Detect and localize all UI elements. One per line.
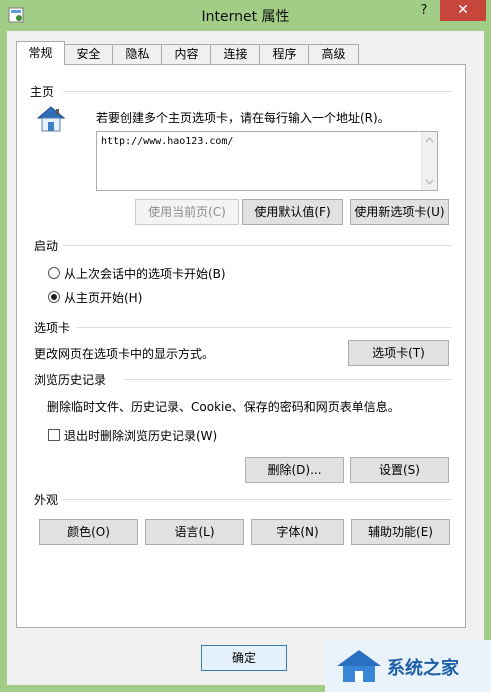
startup-home-radio[interactable] [48, 291, 60, 303]
homepage-instruction: 若要创建多个主页选项卡，请在每行输入一个地址(R)。 [96, 111, 390, 125]
delete-history-button[interactable]: 删除(D)... [245, 457, 344, 483]
homepage-url-value: http://www.hao123.com/ [101, 136, 234, 147]
general-tab-panel: 主页 若要创建多个主页选项卡，请在每行输入一个地址(R)。 http://www… [16, 64, 466, 628]
colors-button[interactable]: 颜色(O) [39, 519, 138, 545]
history-description: 删除临时文件、历史记录、Cookie、保存的密码和网页表单信息。 [47, 400, 400, 414]
languages-button[interactable]: 语言(L) [145, 519, 244, 545]
scroll-arrows-icon [425, 137, 434, 185]
tab-security[interactable]: 安全 [63, 44, 114, 64]
tabs-settings-button[interactable]: 选项卡(T) [348, 340, 449, 366]
title-bar[interactable]: Internet 属性 ? ✕ [0, 0, 491, 32]
tab-general[interactable]: 常规 [16, 41, 65, 65]
delete-on-exit-checkbox[interactable] [48, 429, 60, 441]
watermark-logo: 系统之家 [325, 640, 491, 692]
tab-programs[interactable]: 程序 [259, 44, 310, 64]
tab-content[interactable]: 内容 [161, 44, 212, 64]
startup-last-session-radio[interactable] [48, 267, 60, 279]
dialog-window: Internet 属性 ? ✕ 常规 安全 隐私 内容 连接 程序 高级 主页 … [0, 0, 491, 692]
tabs-description: 更改网页在选项卡中的显示方式。 [34, 347, 215, 361]
tabs-divider [77, 327, 451, 328]
ok-button[interactable]: 确定 [201, 645, 287, 671]
tabs-section-label: 选项卡 [34, 321, 71, 335]
startup-last-session-label: 从上次会话中的选项卡开始(B) [64, 267, 226, 281]
startup-home-label: 从主页开始(H) [64, 291, 143, 305]
tab-connections[interactable]: 连接 [210, 44, 261, 64]
dialog-client-area: 常规 安全 隐私 内容 连接 程序 高级 主页 若要创建多个主页选项卡，请在每行… [7, 31, 484, 685]
startup-section-label: 启动 [34, 239, 59, 253]
watermark-house-icon [337, 650, 381, 682]
radio-selected-dot [51, 294, 57, 300]
fonts-button[interactable]: 字体(N) [251, 519, 344, 545]
tab-privacy[interactable]: 隐私 [112, 44, 163, 64]
homepage-url-textarea[interactable]: http://www.hao123.com/ [96, 131, 438, 191]
history-settings-button[interactable]: 设置(S) [350, 457, 449, 483]
homepage-section-label: 主页 [30, 85, 55, 99]
startup-divider [63, 245, 451, 246]
watermark-text: 系统之家 [387, 658, 459, 679]
help-button[interactable]: ? [410, 0, 438, 22]
delete-on-exit-label: 退出时删除浏览历史记录(W) [64, 429, 218, 443]
history-divider [125, 379, 451, 380]
appearance-divider [63, 499, 451, 500]
textarea-scrollbar[interactable] [421, 132, 437, 190]
use-current-button[interactable]: 使用当前页(C) [135, 199, 239, 225]
tab-advanced[interactable]: 高级 [308, 44, 359, 64]
appearance-section-label: 外观 [34, 493, 59, 507]
history-section-label: 浏览历史记录 [34, 373, 107, 387]
use-default-button[interactable]: 使用默认值(F) [242, 199, 343, 225]
accessibility-button[interactable]: 辅助功能(E) [351, 519, 450, 545]
close-button[interactable]: ✕ [440, 0, 486, 21]
homepage-divider [63, 91, 451, 92]
use-new-tab-button[interactable]: 使用新选项卡(U) [350, 199, 449, 225]
house-icon [36, 106, 66, 132]
